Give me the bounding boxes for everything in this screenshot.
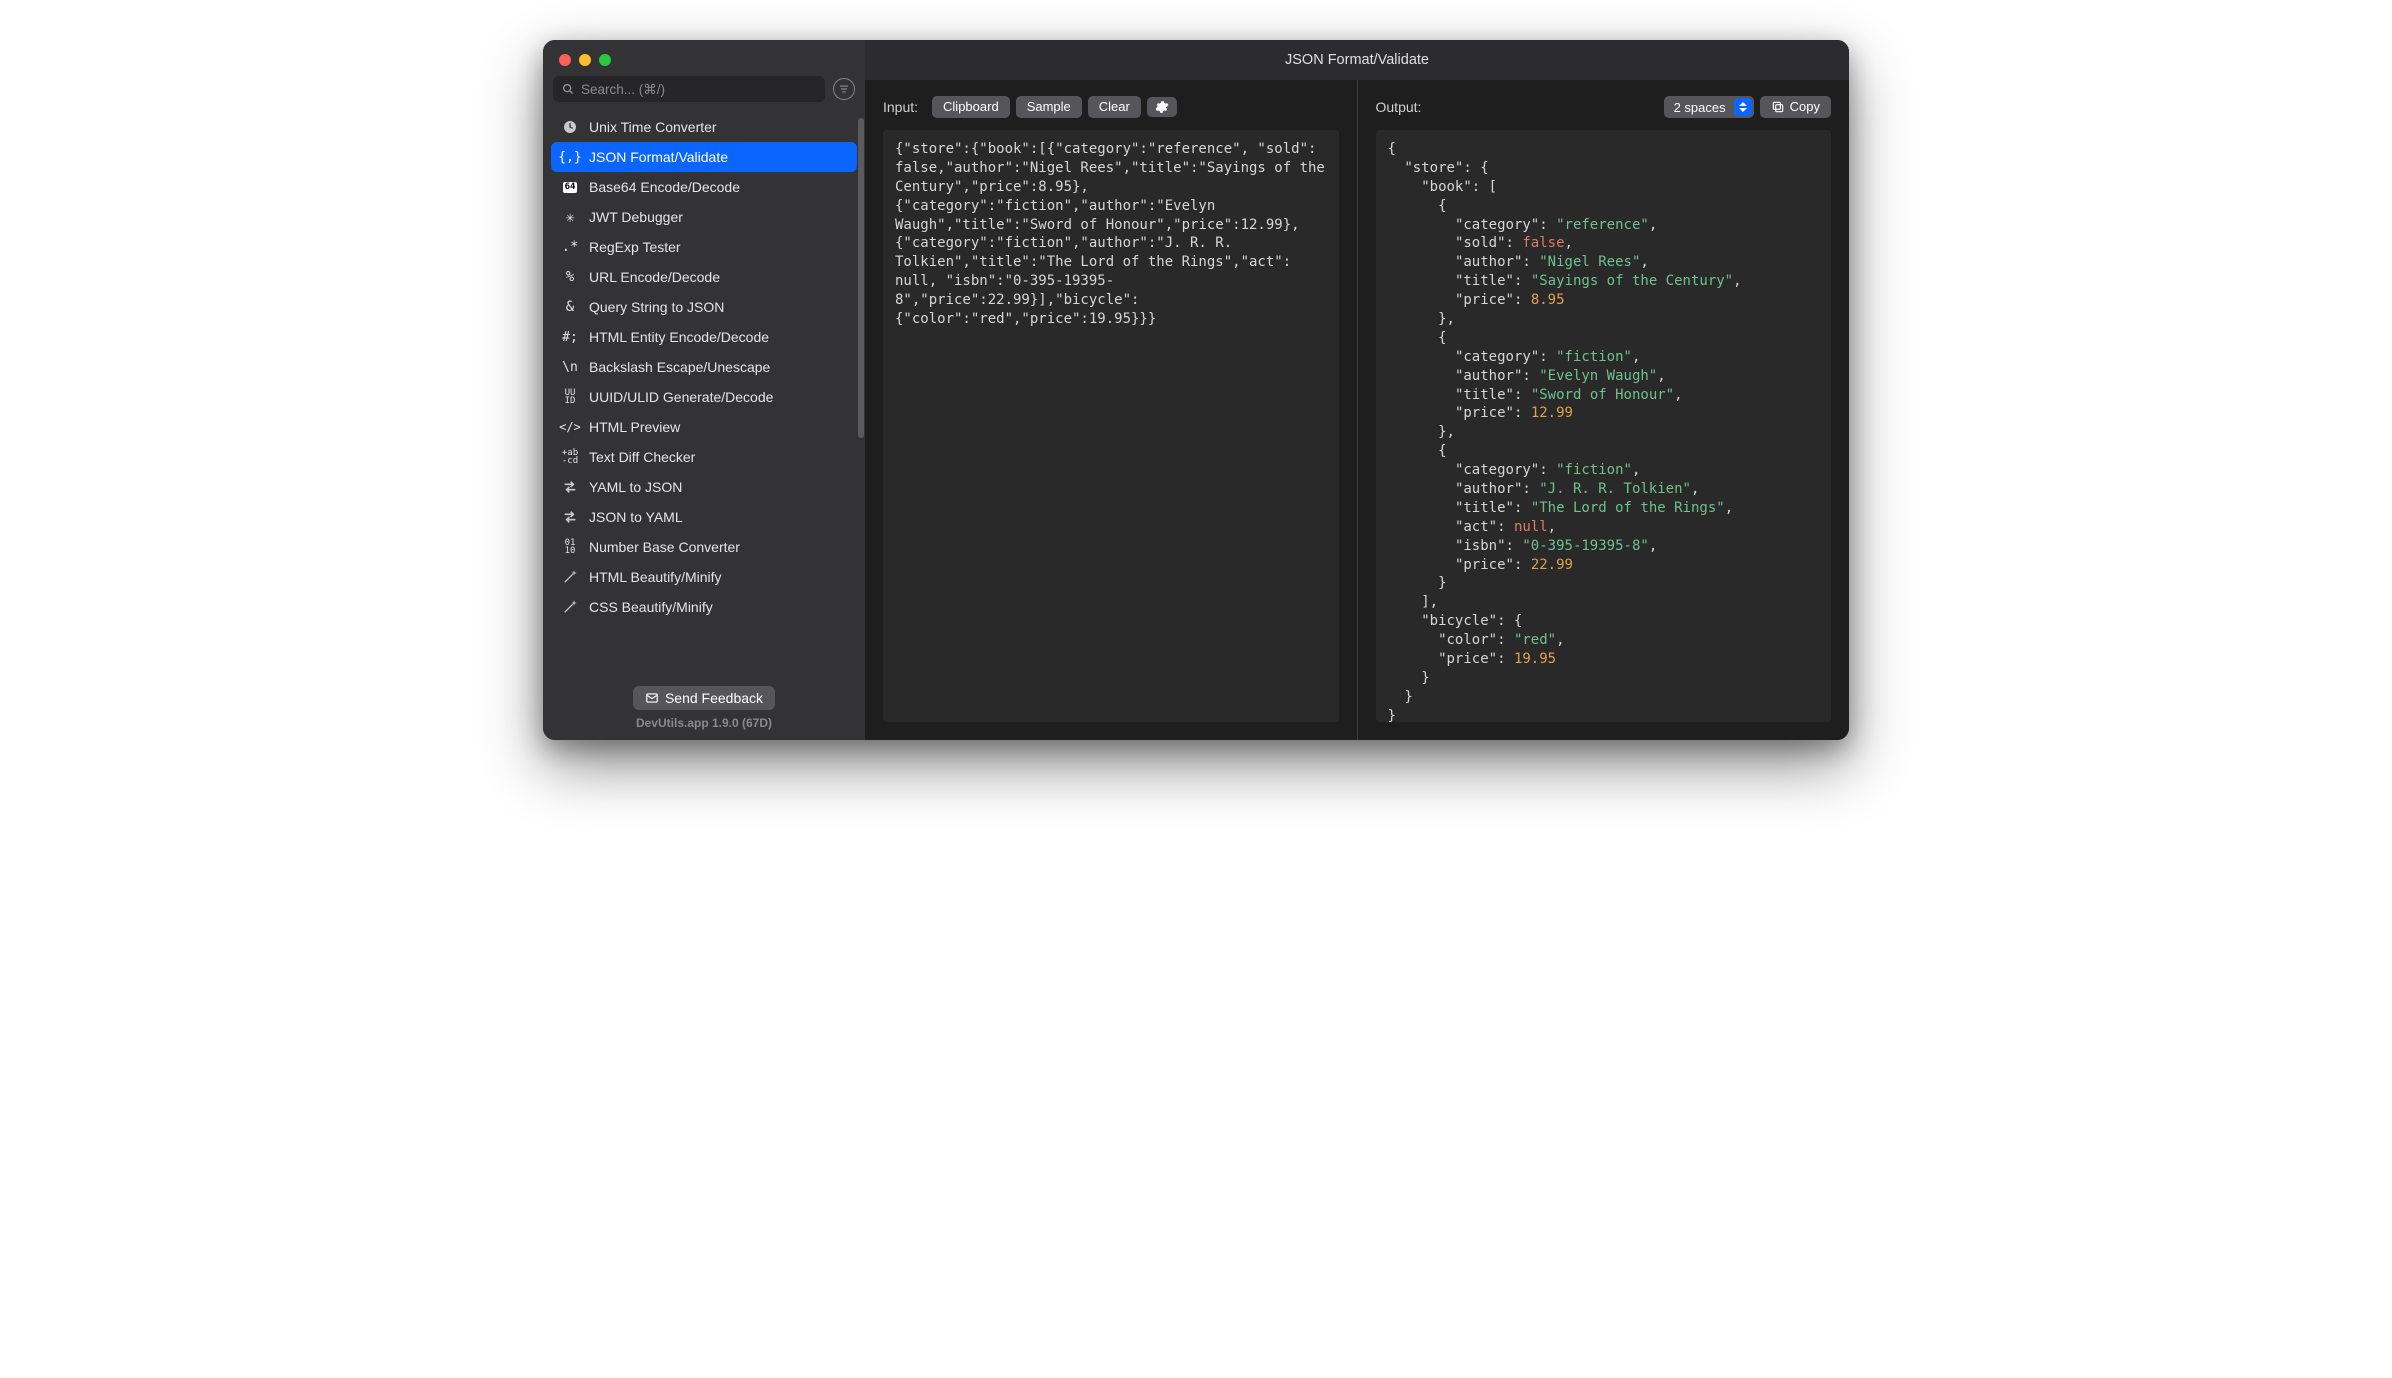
close-window-button[interactable] (559, 54, 571, 66)
copy-label: Copy (1790, 99, 1820, 116)
sidebar-item-11[interactable]: +ab-cd Text Diff Checker (551, 442, 857, 472)
copy-icon (1771, 100, 1785, 114)
gear-icon (1155, 100, 1169, 114)
sidebar-item-label: Query String to JSON (589, 299, 724, 315)
sidebar-item-label: JWT Debugger (589, 209, 683, 225)
backslash-icon: \n (561, 358, 579, 376)
sidebar-item-label: HTML Beautify/Minify (589, 569, 722, 585)
sidebar-item-0[interactable]: Unix Time Converter (551, 112, 857, 142)
output-viewer[interactable]: { "store": { "book": [ { "category": "re… (1376, 130, 1832, 722)
code-icon: </> (561, 418, 579, 436)
hash-icon: #; (561, 328, 579, 346)
indent-select[interactable]: 2 spaces (1664, 96, 1754, 118)
sidebar-item-label: RegExp Tester (589, 239, 681, 255)
titlebar: JSON Format/Validate (865, 40, 1849, 80)
jwt-icon: ✳︎ (561, 208, 579, 226)
search-row (543, 76, 865, 110)
feedback-button[interactable]: Send Feedback (633, 686, 775, 710)
settings-button[interactable] (1147, 97, 1177, 117)
clock-icon (561, 118, 579, 136)
minimize-window-button[interactable] (579, 54, 591, 66)
base64-icon: 64 (561, 178, 579, 196)
sidebar-item-13[interactable]: JSON to YAML (551, 502, 857, 532)
sidebar-item-9[interactable]: UUID UUID/ULID Generate/Decode (551, 382, 857, 412)
sidebar-item-label: Backslash Escape/Unescape (589, 359, 770, 375)
sample-button[interactable]: Sample (1016, 96, 1082, 119)
sidebar-item-label: JSON Format/Validate (589, 149, 728, 165)
wand-icon (561, 598, 579, 616)
output-pane: Output: 2 spaces Copy { "store": (1357, 80, 1850, 740)
sidebar: Unix Time Converter {,} JSON Format/Valida… (543, 40, 865, 740)
sidebar-footer: Send Feedback DevUtils.app 1.9.0 (67D) (543, 678, 865, 740)
sidebar-item-12[interactable]: YAML to JSON (551, 472, 857, 502)
sidebar-item-label: HTML Entity Encode/Decode (589, 329, 769, 345)
sidebar-item-5[interactable]: % URL Encode/Decode (551, 262, 857, 292)
search-box[interactable] (553, 76, 825, 102)
filter-icon (837, 82, 851, 96)
binary-icon: 0110 (561, 538, 579, 556)
select-arrows-icon (1734, 98, 1752, 116)
window-title: JSON Format/Validate (1285, 52, 1429, 68)
input-pane: Input: Clipboard Sample Clear {"store":{… (865, 80, 1357, 740)
sidebar-item-2[interactable]: 64 Base64 Encode/Decode (551, 172, 857, 202)
clear-button[interactable]: Clear (1088, 96, 1141, 119)
diff-icon: +ab-cd (561, 448, 579, 466)
sidebar-item-label: JSON to YAML (589, 509, 683, 525)
input-label: Input: (883, 99, 918, 115)
regex-icon: .* (561, 238, 579, 256)
sidebar-item-1[interactable]: {,} JSON Format/Validate (551, 142, 857, 172)
wand-icon (561, 568, 579, 586)
percent-icon: % (561, 268, 579, 286)
sidebar-item-8[interactable]: \n Backslash Escape/Unescape (551, 352, 857, 382)
sidebar-item-label: Text Diff Checker (589, 449, 695, 465)
window-controls (543, 40, 865, 76)
main: JSON Format/Validate Input: Clipboard Sa… (865, 40, 1849, 740)
sidebar-item-label: Base64 Encode/Decode (589, 179, 740, 195)
sidebar-item-7[interactable]: #; HTML Entity Encode/Decode (551, 322, 857, 352)
sidebar-item-14[interactable]: 0110 Number Base Converter (551, 532, 857, 562)
filter-button[interactable] (833, 78, 855, 100)
panes: Input: Clipboard Sample Clear {"store":{… (865, 80, 1849, 740)
input-editor[interactable]: {"store":{"book":[{"category":"reference… (883, 130, 1339, 722)
braces-icon: {,} (561, 148, 579, 166)
copy-button[interactable]: Copy (1760, 96, 1831, 119)
tools-list: Unix Time Converter {,} JSON Format/Valida… (543, 110, 865, 678)
version-text: DevUtils.app 1.9.0 (67D) (543, 716, 865, 730)
search-input[interactable] (581, 82, 817, 97)
indent-select-value: 2 spaces (1674, 100, 1726, 115)
feedback-label: Send Feedback (665, 690, 763, 706)
output-label: Output: (1376, 99, 1422, 115)
sidebar-item-label: Number Base Converter (589, 539, 740, 555)
input-header: Input: Clipboard Sample Clear (883, 94, 1339, 120)
sidebar-item-label: UUID/ULID Generate/Decode (589, 389, 773, 405)
zoom-window-button[interactable] (599, 54, 611, 66)
sidebar-item-6[interactable]: &Query String to JSON (551, 292, 857, 322)
uuid-icon: UUID (561, 388, 579, 406)
search-icon (561, 82, 575, 96)
swap-icon (561, 478, 579, 496)
sidebar-item-label: HTML Preview (589, 419, 680, 435)
sidebar-item-15[interactable]: HTML Beautify/Minify (551, 562, 857, 592)
swap-icon (561, 508, 579, 526)
sidebar-item-label: Unix Time Converter (589, 119, 717, 135)
clipboard-button[interactable]: Clipboard (932, 96, 1010, 119)
sidebar-item-16[interactable]: CSS Beautify/Minify (551, 592, 857, 622)
ampersand-icon: & (561, 298, 579, 316)
sidebar-item-label: URL Encode/Decode (589, 269, 720, 285)
sidebar-item-10[interactable]: </> HTML Preview (551, 412, 857, 442)
output-header: Output: 2 spaces Copy (1376, 94, 1832, 120)
sidebar-item-label: CSS Beautify/Minify (589, 599, 713, 615)
app-window: Unix Time Converter {,} JSON Format/Valida… (543, 40, 1849, 740)
sidebar-item-3[interactable]: ✳︎ JWT Debugger (551, 202, 857, 232)
mail-icon (645, 691, 659, 705)
sidebar-item-label: YAML to JSON (589, 479, 682, 495)
sidebar-item-4[interactable]: .* RegExp Tester (551, 232, 857, 262)
sidebar-scrollbar[interactable] (858, 118, 864, 438)
